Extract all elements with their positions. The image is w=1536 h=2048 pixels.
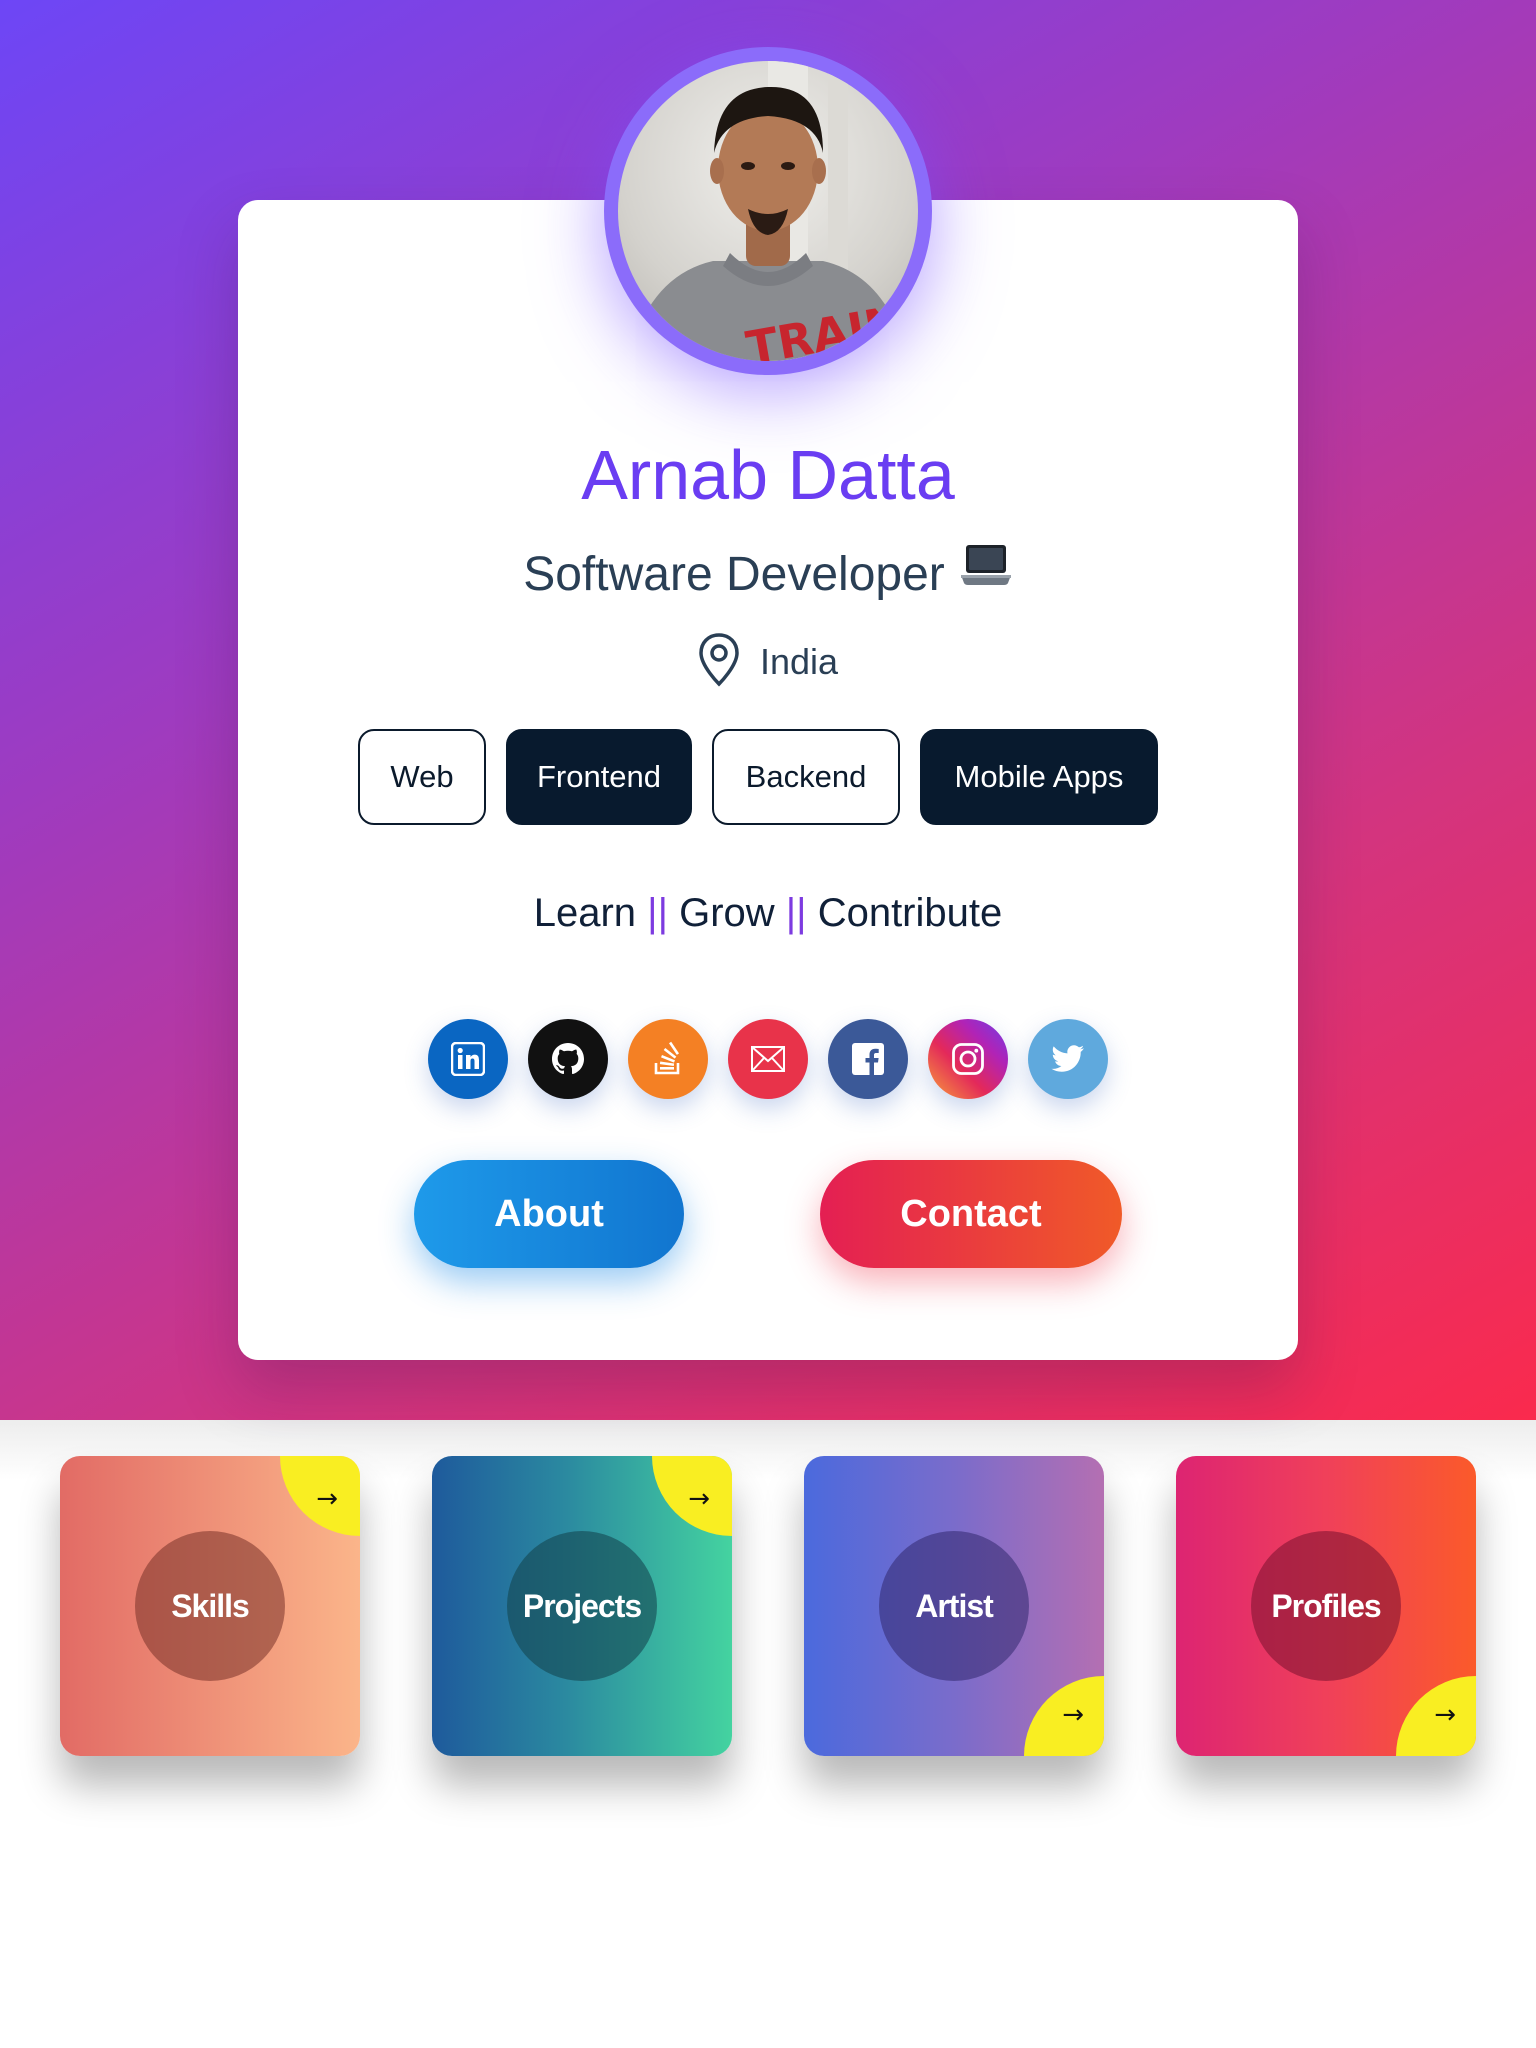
motto: Learn || Grow || Contribute (238, 885, 1298, 941)
tile-projects[interactable]: Projects → (432, 1456, 732, 1756)
stackoverflow-icon[interactable] (628, 1019, 708, 1099)
linkedin-icon[interactable] (428, 1019, 508, 1099)
arrow-right-icon[interactable]: → (1062, 1700, 1084, 1730)
arrow-right-icon[interactable]: → (1434, 1700, 1456, 1730)
avatar-photo: TRAIN (618, 61, 918, 361)
tag-frontend[interactable]: Frontend (506, 729, 692, 825)
tile-projects-label: Projects (507, 1531, 657, 1681)
motto-separator: || (785, 891, 807, 935)
facebook-icon[interactable] (828, 1019, 908, 1099)
tag-web[interactable]: Web (358, 729, 486, 825)
instagram-icon[interactable] (928, 1019, 1008, 1099)
profile-name: Arnab Datta (581, 436, 955, 514)
profile-role: Software Developer (238, 540, 1298, 610)
motto-separator: || (647, 891, 668, 935)
arrow-right-icon[interactable]: → (316, 1484, 338, 1514)
motto-learn: Learn (533, 891, 637, 935)
tile-profiles-label: Profiles (1251, 1531, 1401, 1681)
tile-artist-label: Artist (879, 1531, 1029, 1681)
avatar: TRAIN (604, 47, 932, 375)
email-icon[interactable] (728, 1019, 808, 1099)
tile-skills-label: Skills (135, 1531, 285, 1681)
motto-contribute: Contribute (817, 891, 1003, 935)
location: India (698, 632, 838, 692)
tag-backend[interactable]: Backend (712, 729, 900, 825)
tile-profiles[interactable]: Profiles → (1176, 1456, 1476, 1756)
role-text: Software Developer (523, 548, 945, 601)
map-pin-icon (698, 632, 740, 693)
about-button[interactable]: About (414, 1160, 684, 1268)
tile-artist[interactable]: Artist → (804, 1456, 1104, 1756)
tag-mobile-apps[interactable]: Mobile Apps (920, 729, 1158, 825)
github-icon[interactable] (528, 1019, 608, 1099)
motto-grow: Grow (679, 891, 775, 935)
arrow-right-icon[interactable]: → (688, 1484, 710, 1514)
laptop-icon (959, 537, 1013, 607)
tile-skills[interactable]: Skills → (60, 1456, 360, 1756)
twitter-icon[interactable] (1028, 1019, 1108, 1099)
location-text: India (760, 641, 839, 682)
contact-button[interactable]: Contact (820, 1160, 1122, 1268)
